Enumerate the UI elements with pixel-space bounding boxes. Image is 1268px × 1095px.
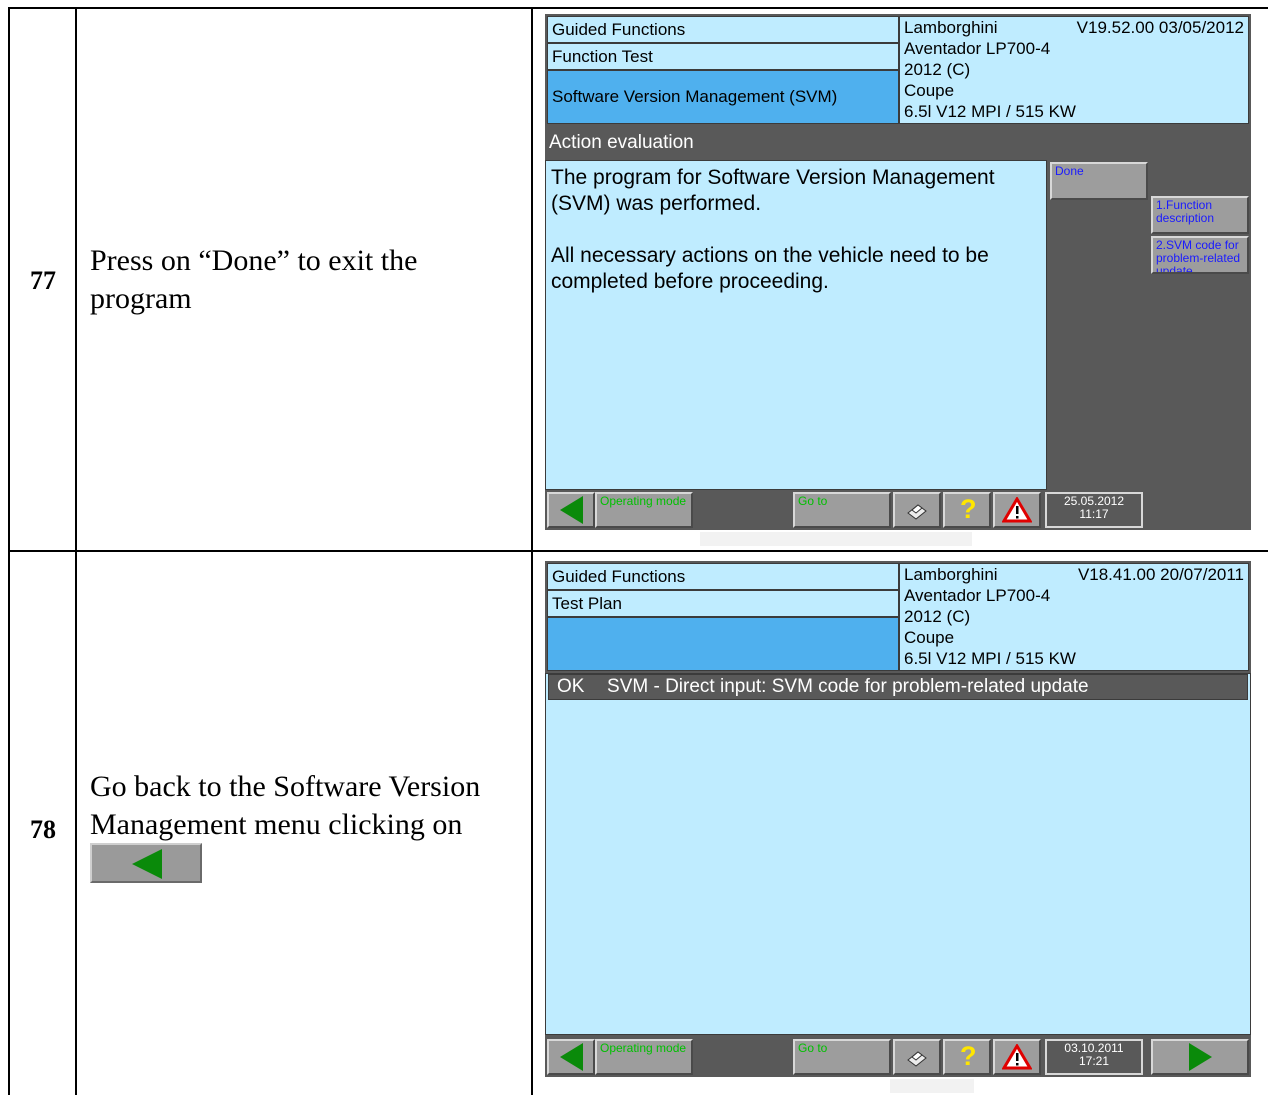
go-to-button[interactable]: Go to [793,492,891,528]
vehicle-info: Lamborghini V19.52.00 03/05/2012 Aventad… [899,16,1249,124]
help-icon: ? [960,494,977,524]
go-to-label: Go to [798,494,828,508]
back-button[interactable] [547,1039,595,1075]
printer-icon [907,1051,927,1067]
vehicle-model: Aventador LP700-4 [904,39,1051,58]
diagnostic-screen: Guided Functions Test Plan Lamborghini V… [545,561,1251,1077]
warning-button[interactable] [993,492,1041,528]
vehicle-info: Lamborghini V18.41.00 20/07/2011 Aventad… [899,563,1249,671]
back-arrow-icon [560,496,583,524]
done-label: Done [1055,164,1084,178]
vehicle-year: 2012 (C) [904,607,971,626]
table-border-top [8,7,1268,9]
function-description-label: 1.Function description [1156,198,1215,225]
vehicle-engine: 6.5l V12 MPI / 515 KW [904,649,1076,668]
forward-arrow-icon [1189,1043,1212,1071]
screen-scroll-strip [890,1079,974,1093]
test-plan-item[interactable]: OK SVM - Direct input: SVM code for prob… [548,674,1248,700]
vehicle-year: 2012 (C) [904,60,971,79]
table-row-divider [8,550,1268,552]
help-icon: ? [960,1041,977,1071]
section-title: Action evaluation [549,132,694,153]
vehicle-body: Coupe [904,628,955,647]
nav-level-1[interactable]: Guided Functions [547,16,899,43]
operating-mode-label: Operating mode [600,1041,687,1055]
forward-button[interactable] [1151,1039,1249,1075]
printer-icon [907,504,927,520]
time-text: 11:17 [1079,507,1109,521]
back-button[interactable] [547,492,595,528]
back-arrow-icon [560,1043,583,1071]
nav-level-3[interactable] [547,617,899,671]
svm-code-label: 2.SVM code for problem-related update [1156,238,1241,274]
nav-level-1[interactable]: Guided Functions [547,563,899,590]
vehicle-engine: 6.5l V12 MPI / 515 KW [904,102,1076,121]
done-button[interactable]: Done [1050,162,1148,200]
diagnostic-screen: Guided Functions Function Test Software … [545,14,1251,530]
print-button[interactable] [893,1039,941,1075]
step-instruction: Press on “Done” to exit the program [90,244,418,315]
date-time-display: 25.05.2012 11:17 [1045,492,1143,528]
nav-level-3[interactable]: Software Version Management (SVM) [547,70,899,124]
step-number: 78 [30,815,56,844]
table-column-divider-2 [531,7,533,1095]
nav-level-2[interactable]: Test Plan [547,590,899,617]
step-instruction: Go back to the Software Version Manageme… [90,770,481,841]
software-version: V18.41.00 20/07/2011 [1077,565,1244,584]
time-text: 17:21 [1078,1054,1110,1068]
print-button[interactable] [893,492,941,528]
go-to-button[interactable]: Go to [793,1039,891,1075]
result-status: OK [557,676,585,697]
svm-code-button[interactable]: 2.SVM code for problem-related update [1151,236,1249,274]
message-line-2: All necessary actions on the vehicle nee… [551,244,989,293]
vehicle-body: Coupe [904,81,955,100]
function-description-button[interactable]: 1.Function description [1151,196,1249,234]
operating-mode-label: Operating mode [600,494,687,508]
date-time-display: 03.10.2011 17:21 [1045,1039,1143,1075]
table-column-divider-1 [75,7,77,1095]
operating-mode-button[interactable]: Operating mode [595,492,693,528]
software-version: V19.52.00 03/05/2012 [1076,18,1244,37]
help-button[interactable]: ? [943,1039,991,1075]
message-line-1: The program for Software Version Managem… [551,166,995,215]
vehicle-model: Aventador LP700-4 [904,586,1051,605]
table-border-left [8,7,10,1095]
warning-triangle-icon [1002,497,1032,523]
warning-button[interactable] [993,1039,1041,1075]
help-button[interactable]: ? [943,492,991,528]
warning-triangle-icon [1002,1044,1032,1070]
result-text: SVM - Direct input: SVM code for problem… [607,676,1089,697]
go-to-label: Go to [798,1041,828,1055]
nav-level-2[interactable]: Function Test [547,43,899,70]
test-plan-panel: OK SVM - Direct input: SVM code for prob… [545,673,1251,1035]
screen-scroll-strip [700,532,972,546]
back-button-illustration [90,843,202,883]
operating-mode-button[interactable]: Operating mode [595,1039,693,1075]
message-panel: The program for Software Version Managem… [545,160,1047,490]
back-arrow-icon [132,849,162,879]
step-number: 77 [30,266,56,295]
